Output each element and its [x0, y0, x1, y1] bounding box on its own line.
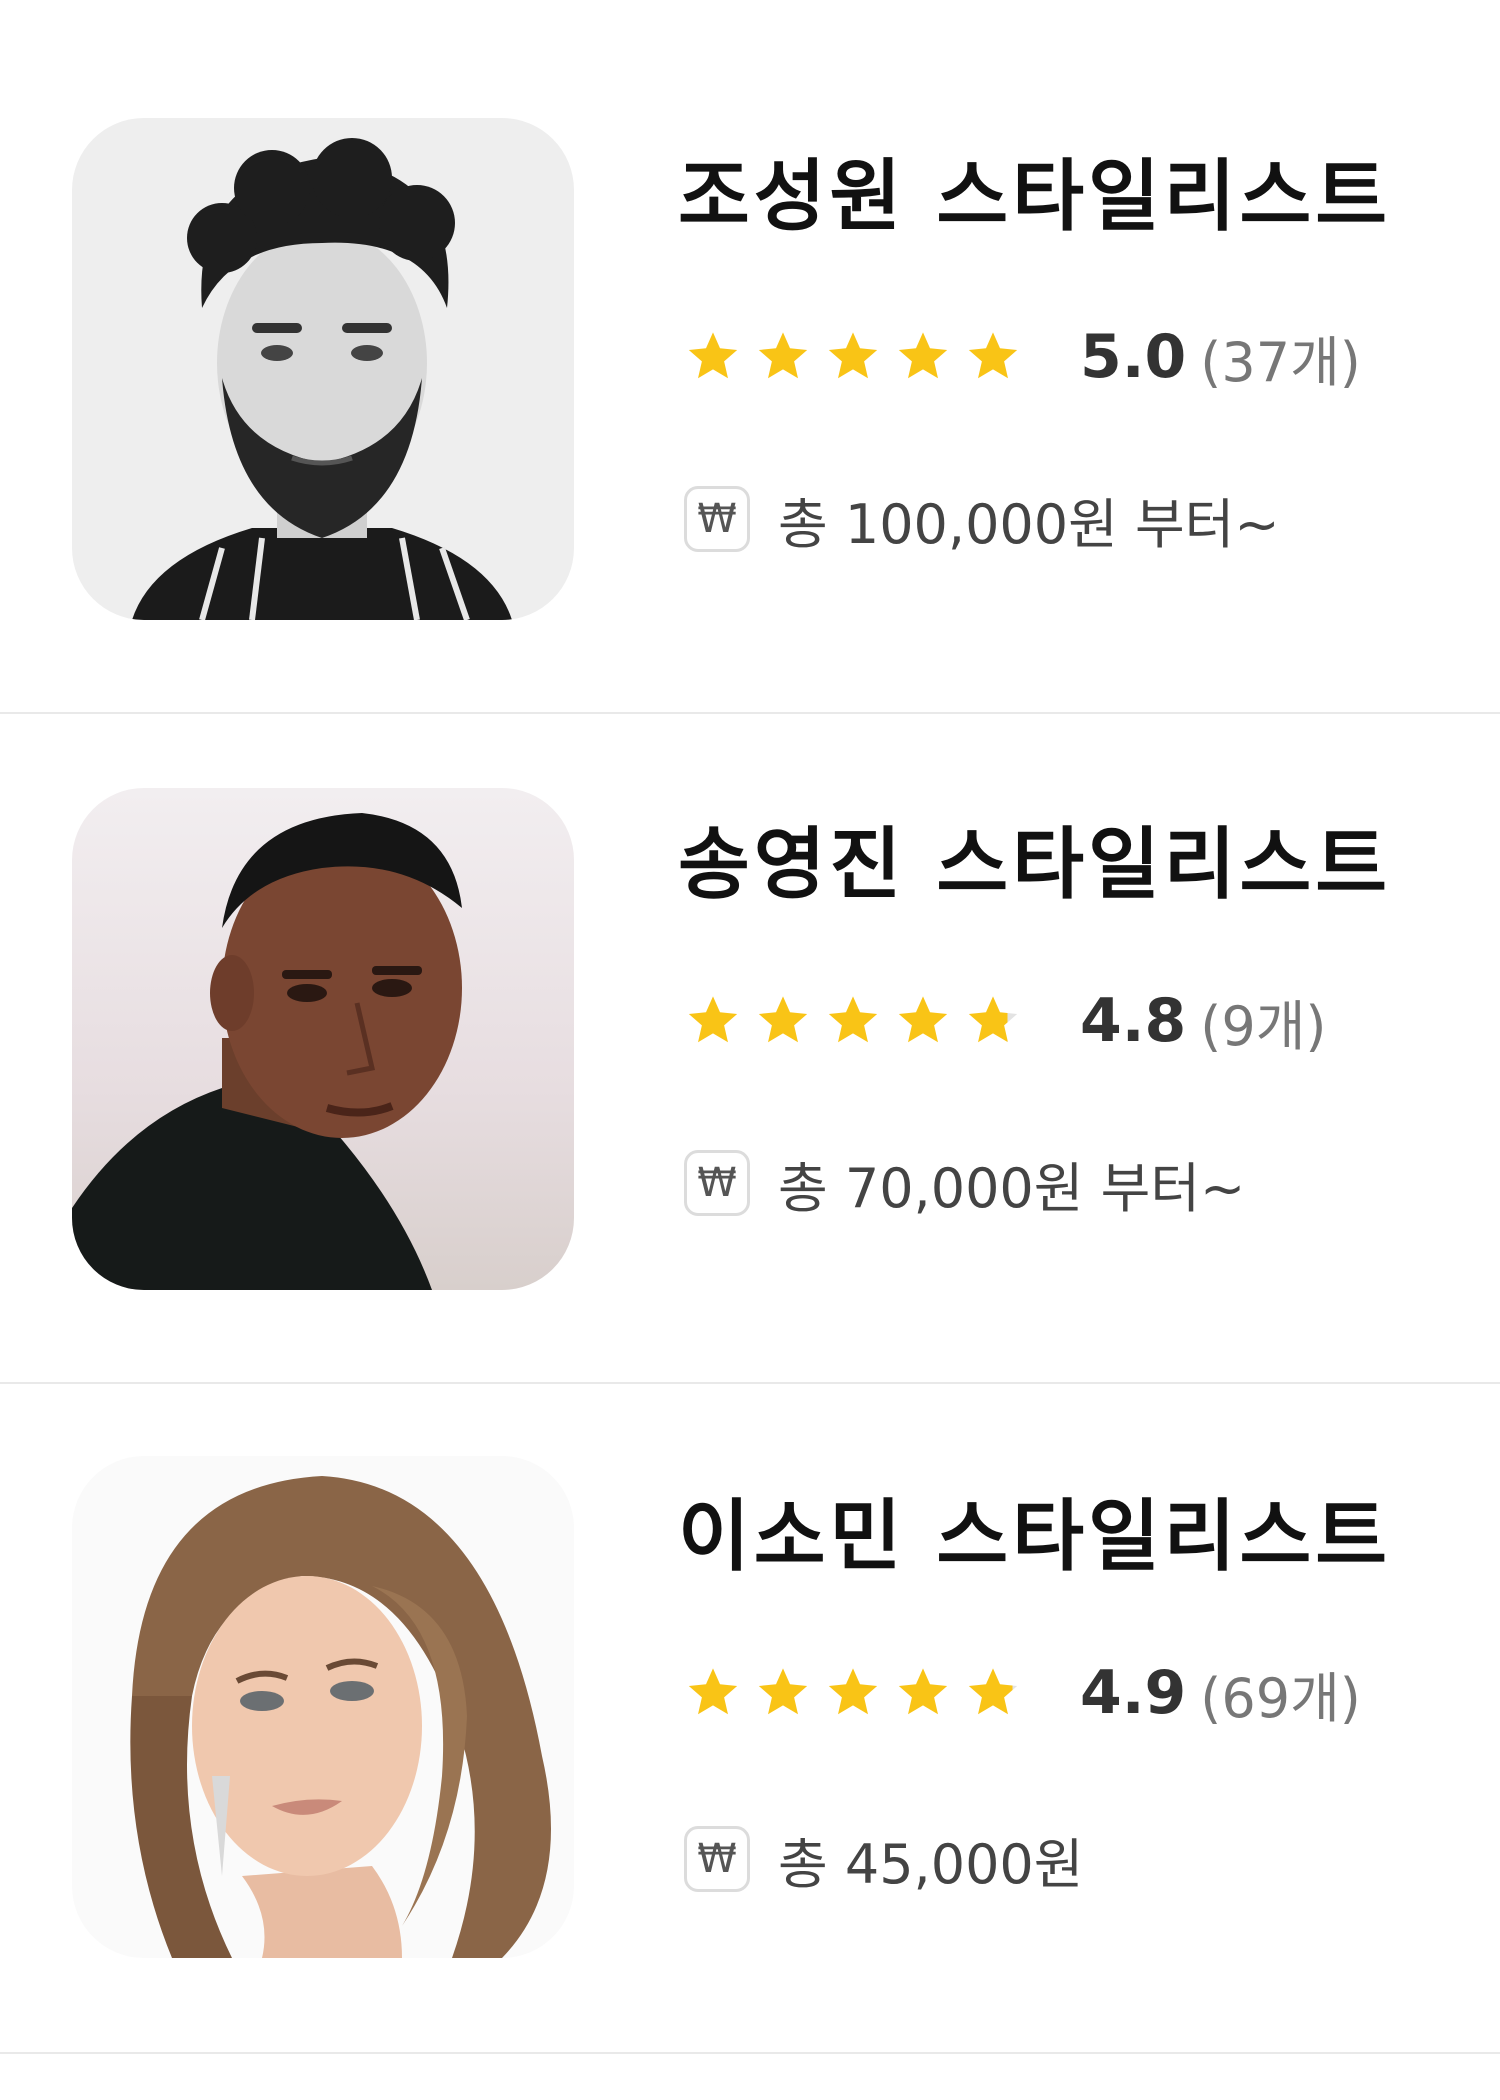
star-icon — [758, 996, 808, 1043]
star-rating — [684, 992, 1034, 1050]
star-icon — [688, 1668, 738, 1715]
avatar-photo-color — [72, 788, 574, 1290]
star-rating — [684, 328, 1034, 386]
stylist-list: 조성원 스타일리스트 5.0 (37개) ₩ 총 100,000원 부터~ 송영… — [0, 0, 1500, 2100]
stylist-name[interactable]: 조성원 스타일리스트 — [678, 158, 1391, 236]
price-row: ₩ 총 45,000원 — [684, 1824, 1083, 1896]
price-text: 총 70,000원 부터~ — [778, 1156, 1246, 1220]
avatar-photo-bw — [72, 118, 574, 620]
star-icon — [758, 332, 808, 379]
rating-score: 5.0 — [1080, 322, 1187, 392]
review-count[interactable]: (37개) — [1200, 318, 1361, 397]
stylist-avatar[interactable] — [72, 118, 574, 620]
star-icon — [898, 996, 948, 1043]
star-icon — [828, 332, 878, 379]
stylist-name[interactable]: 송영진 스타일리스트 — [678, 826, 1391, 904]
rating-row: 4.8 (9개) — [684, 986, 1326, 1058]
review-count[interactable]: (9개) — [1200, 982, 1326, 1061]
price-row: ₩ 총 100,000원 부터~ — [684, 484, 1280, 556]
star-icon — [898, 1668, 948, 1715]
price-row: ₩ 총 70,000원 부터~ — [684, 1148, 1245, 1220]
stylist-card[interactable]: 이소민 스타일리스트 4.9 (69개) ₩ 총 45,000원 — [0, 1344, 1500, 2016]
divider — [0, 2052, 1500, 2054]
stylist-avatar[interactable] — [72, 1456, 574, 1958]
star-icon — [828, 996, 878, 1043]
review-count[interactable]: (69개) — [1200, 1654, 1361, 1733]
rating-score: 4.9 — [1080, 1658, 1187, 1728]
stylist-avatar[interactable] — [72, 788, 574, 1290]
stylist-name[interactable]: 이소민 스타일리스트 — [678, 1498, 1391, 1576]
stylist-card[interactable]: 송영진 스타일리스트 4.8 (9개) ₩ 총 70,000원 부터~ — [0, 672, 1500, 1344]
star-icon — [898, 332, 948, 379]
price-text: 총 45,000원 — [778, 1832, 1084, 1896]
star-icon — [688, 996, 738, 1043]
rating-row: 4.9 (69개) — [684, 1658, 1361, 1730]
star-icon — [758, 1668, 808, 1715]
price-text: 총 100,000원 부터~ — [778, 492, 1280, 556]
star-icon — [968, 1668, 1018, 1715]
star-icon — [688, 332, 738, 379]
star-rating — [684, 1664, 1034, 1722]
star-icon — [968, 996, 1018, 1043]
avatar-photo-color — [72, 1456, 574, 1958]
rating-score: 4.8 — [1080, 986, 1187, 1056]
won-icon: ₩ — [684, 1150, 750, 1216]
star-icon — [828, 1668, 878, 1715]
stylist-card[interactable]: 조성원 스타일리스트 5.0 (37개) ₩ 총 100,000원 부터~ — [0, 0, 1500, 672]
star-icon — [968, 332, 1018, 379]
won-icon: ₩ — [684, 486, 750, 552]
rating-row: 5.0 (37개) — [684, 322, 1361, 394]
won-icon: ₩ — [684, 1826, 750, 1892]
